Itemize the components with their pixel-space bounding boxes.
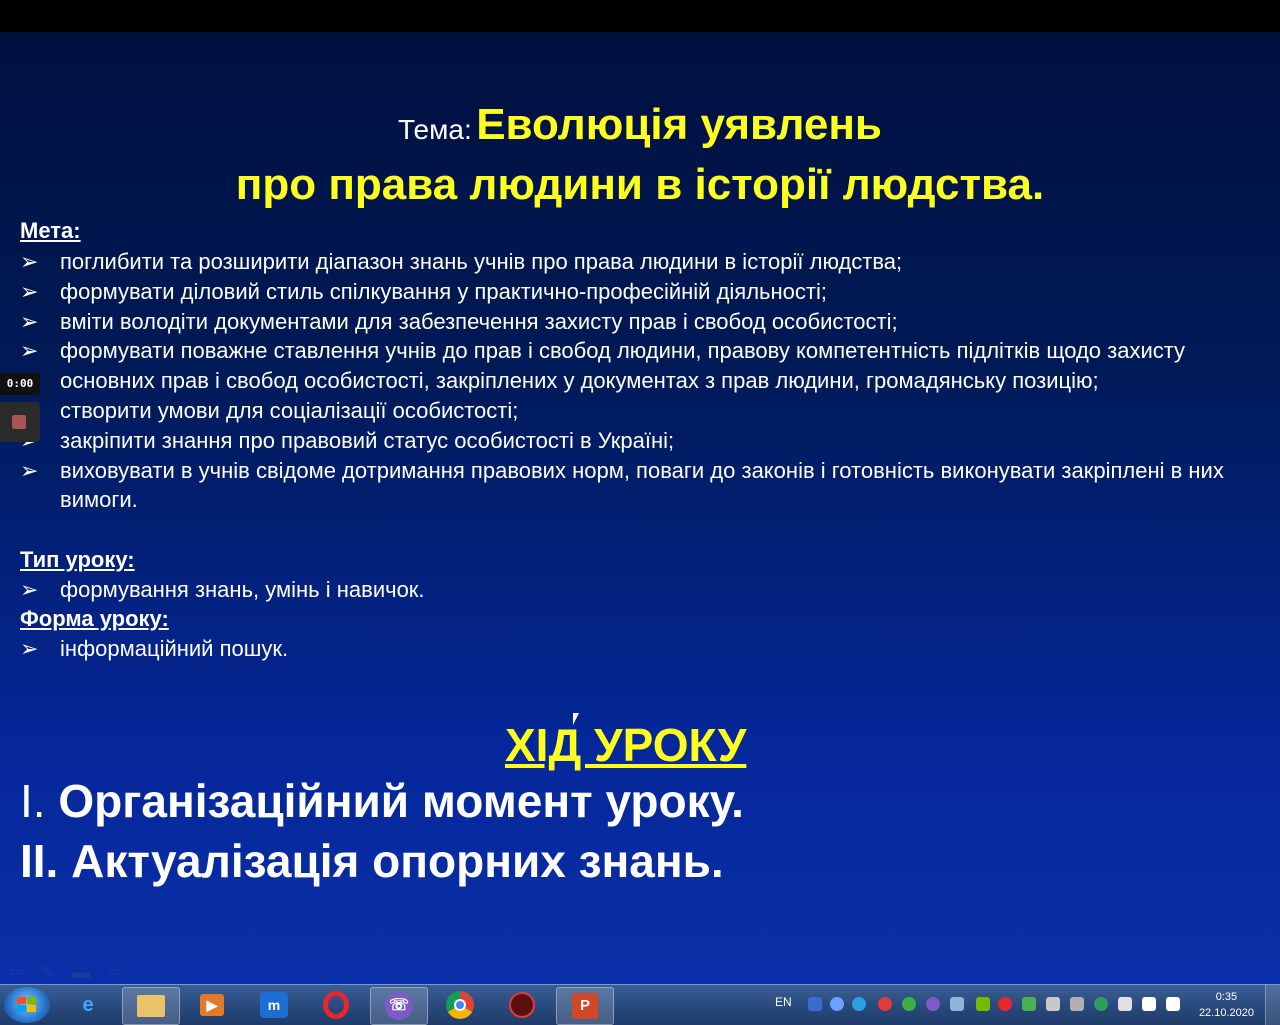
- title-topic: Еволюція уявлень: [476, 100, 882, 149]
- slide-title-line1: Тема: Еволюція уявлень: [0, 100, 1280, 150]
- lesson-step-1: I. Організаційний момент уроку.: [20, 774, 744, 828]
- show-desktop-button[interactable]: [1265, 985, 1280, 1025]
- network-app-tray-icon[interactable]: [950, 997, 964, 1011]
- language-indicator[interactable]: EN: [775, 995, 792, 1009]
- volume-icon[interactable]: [1118, 997, 1132, 1011]
- opera-icon[interactable]: [308, 987, 364, 1023]
- recorder-timer: 0:00: [0, 373, 40, 395]
- maxthon-icon[interactable]: m: [246, 987, 302, 1023]
- action-center-flag-icon[interactable]: [1142, 997, 1156, 1011]
- taskbar: e ▶ m ☏ P EN 0:35 22.10.2020: [0, 984, 1280, 1025]
- form-list: ➢ інформаційний пошук.: [20, 634, 1260, 664]
- clock-time: 0:35: [1215, 991, 1238, 1003]
- system-clock[interactable]: 0:35 22.10.2020: [1199, 989, 1254, 1021]
- slide-menu-icon[interactable]: ▬: [72, 962, 90, 982]
- game-app-icon[interactable]: [494, 987, 550, 1023]
- windows-logo-icon: [17, 997, 37, 1013]
- usb-tray-icon[interactable]: [1046, 997, 1060, 1011]
- lavasoft-tray-icon[interactable]: [808, 997, 822, 1011]
- update-tray-icon[interactable]: [1022, 997, 1036, 1011]
- settings-tray-icon[interactable]: [830, 997, 844, 1011]
- internet-explorer-icon[interactable]: e: [60, 987, 116, 1023]
- arrow-bullet-icon: ➢: [20, 249, 39, 274]
- opera-tray-icon[interactable]: [998, 997, 1012, 1011]
- previous-slide-icon[interactable]: ⇦: [8, 962, 23, 982]
- step-text: Організаційний момент уроку.: [58, 775, 744, 827]
- clock-date: 22.10.2020: [1198, 1007, 1254, 1019]
- goal-list: ➢ поглибити та розширити діапазон знань у…: [20, 247, 1260, 515]
- zoom-tray-icon[interactable]: [1094, 997, 1108, 1011]
- arrow-bullet-icon: ➢: [20, 457, 39, 483]
- arrow-bullet-icon: ➢: [20, 308, 39, 334]
- stop-record-button[interactable]: [0, 402, 40, 442]
- goal-heading: Мета:: [20, 218, 81, 243]
- type-heading: Тип уроку:: [20, 547, 135, 572]
- list-item: ➢ формувати діловий стиль спілкування у п…: [20, 277, 1260, 307]
- list-item: ➢ виховувати в учнів свідоме дотримання п…: [20, 457, 1224, 513]
- arrow-bullet-icon: ➢: [20, 338, 39, 364]
- arrow-bullet-icon: ➢: [20, 278, 39, 304]
- list-item: ➢створити умови для соціалізації особист…: [20, 396, 1260, 426]
- title-prefix: Тема:: [398, 114, 472, 145]
- slide-nav-toolbar: ⇦ ✎ ▬ ⇨: [8, 962, 134, 983]
- type-list: ➢ формування знань, умінь і навичок.: [20, 575, 1260, 605]
- chrome-icon[interactable]: [432, 987, 488, 1023]
- arrow-bullet-icon: ➢: [20, 636, 39, 661]
- list-item: ➢ поглибити та розширити діапазон знань у…: [20, 247, 1260, 277]
- list-item: ➢ формування знань, умінь і навичок.: [20, 575, 1260, 605]
- network-signal-icon[interactable]: [1166, 997, 1180, 1011]
- list-item: ➢ інформаційний пошук.: [20, 634, 1260, 664]
- list-item: ➢ вміти володіти документами для забезпеч…: [20, 307, 1260, 337]
- form-heading: Форма уроку:: [20, 606, 169, 631]
- list-item: ➢закріпити знання про правовий статус ос…: [20, 426, 1260, 456]
- tools-tray-icon[interactable]: [1070, 997, 1084, 1011]
- sync-tray-icon[interactable]: [852, 997, 866, 1011]
- list-item: ➢ формувати поважне ставлення учнів до пр…: [20, 338, 1186, 394]
- chrome-tray-icon[interactable]: [902, 997, 916, 1011]
- lesson-heading: ХІД УРОКУ: [505, 719, 747, 771]
- start-button[interactable]: [4, 987, 50, 1023]
- file-explorer-icon[interactable]: [122, 987, 180, 1025]
- step-number: I.: [20, 775, 46, 827]
- slide-title-line2: про права людини в історії людства.: [235, 160, 1045, 209]
- stop-icon: [12, 415, 26, 429]
- mouse-cursor-icon: [573, 713, 579, 725]
- viber-tray-icon[interactable]: [926, 997, 940, 1011]
- viber-icon[interactable]: ☏: [370, 987, 428, 1025]
- lesson-step-2: II. Актуалізація опорних знань.: [20, 835, 724, 887]
- next-slide-icon[interactable]: ⇨: [107, 962, 122, 982]
- arrow-bullet-icon: ➢: [20, 577, 39, 602]
- pen-icon[interactable]: ✎: [40, 962, 55, 982]
- nvidia-tray-icon[interactable]: [976, 997, 990, 1011]
- media-player-icon[interactable]: ▶: [184, 987, 240, 1023]
- antivirus-tray-icon[interactable]: [878, 997, 892, 1011]
- presentation-slide[interactable]: Тема: Еволюція уявлень про права людини …: [0, 32, 1280, 984]
- powerpoint-icon[interactable]: P: [556, 987, 614, 1025]
